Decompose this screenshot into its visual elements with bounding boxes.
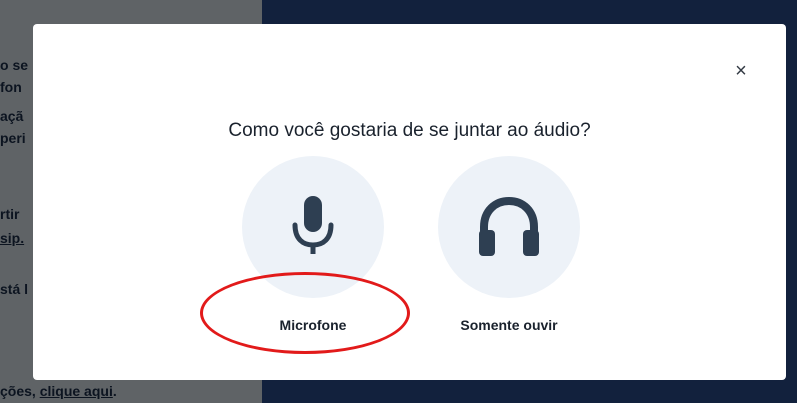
listen-only-option-button[interactable]: Somente ouvir (434, 156, 584, 333)
left-text-fragment: o se (0, 57, 29, 73)
headphones-icon (479, 196, 539, 256)
footer-link[interactable]: clique aqui (40, 383, 113, 399)
microphone-icon (292, 196, 334, 254)
modal-question: Como você gostaria de se juntar ao áudio… (228, 120, 591, 141)
footer-text-end: . (112, 383, 117, 399)
listen-only-option-circle[interactable] (438, 156, 580, 298)
left-text-fragment: açã (0, 108, 24, 124)
screen: o se fon açã peri rtir sip. stá l ções, … (0, 0, 797, 403)
microphone-option-label: Microfone (279, 317, 347, 333)
listen-only-option-label: Somente ouvir (460, 317, 558, 333)
left-text-fragment: peri (0, 130, 26, 146)
microphone-option-circle[interactable] (242, 156, 384, 298)
left-text-fragment: rtir (0, 206, 20, 222)
footer-text: ções, clique aqui. (0, 383, 117, 399)
footer-text-start: ções, (0, 383, 40, 399)
close-button[interactable]: × (730, 60, 752, 82)
microphone-option-button[interactable]: Microfone (238, 156, 388, 333)
left-text-fragment: stá l (0, 281, 29, 297)
left-link-fragment[interactable]: sip. (0, 230, 24, 246)
left-text-fragment: fon (0, 79, 22, 95)
audio-join-modal: × Como você gostaria de se juntar ao áud… (33, 24, 786, 380)
